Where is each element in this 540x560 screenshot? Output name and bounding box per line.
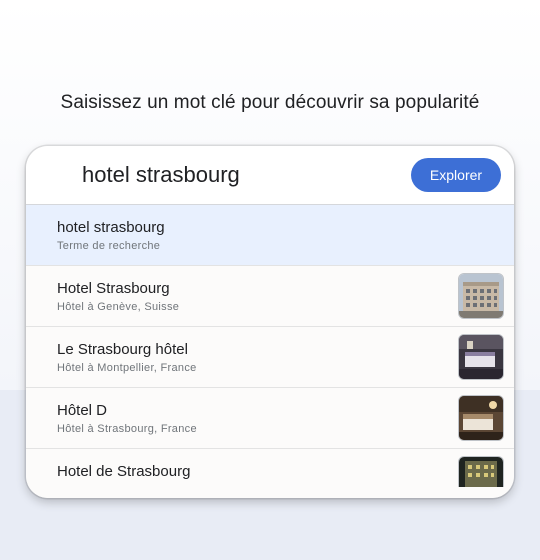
suggestion-title: Hôtel D xyxy=(57,402,108,419)
suggestion-title: Le Strasbourg hôtel xyxy=(57,341,188,358)
prompt-heading: Saisissez un mot clé pour découvrir sa p… xyxy=(60,92,480,113)
hotel-building-thumbnail xyxy=(458,273,504,319)
search-input[interactable]: hotel strasbourg xyxy=(82,162,240,188)
suggestion-subtitle: Terme de recherche xyxy=(57,240,161,252)
suggestion-item[interactable]: Hôtel D Hôtel à Strasbourg, France xyxy=(26,388,514,449)
suggestion-subtitle: Hôtel à Strasbourg, France xyxy=(57,423,197,435)
suggestion-subtitle: Hôtel à Genève, Suisse xyxy=(57,301,180,313)
suggestion-list: hotel strasbourg Terme de recherche Hote… xyxy=(26,205,514,498)
search-bar[interactable]: hotel strasbourg Explorer xyxy=(26,146,514,205)
hotel-room-thumbnail xyxy=(458,334,504,380)
hotel-bedroom-thumbnail xyxy=(458,395,504,441)
suggestion-item[interactable]: hotel strasbourg Terme de recherche xyxy=(26,205,514,266)
explore-button[interactable]: Explorer xyxy=(411,158,501,192)
suggestion-title: Hotel de Strasbourg xyxy=(57,463,191,480)
suggestion-item[interactable]: Le Strasbourg hôtel Hôtel à Montpellier,… xyxy=(26,327,514,388)
suggestion-subtitle: Hôtel à Montpellier, France xyxy=(57,362,197,374)
suggestion-title: Hotel Strasbourg xyxy=(57,280,170,297)
hotel-facade-thumbnail xyxy=(458,456,504,487)
suggestion-title: hotel strasbourg xyxy=(57,219,165,236)
search-card: hotel strasbourg Explorer hotel strasbou… xyxy=(26,146,514,498)
suggestion-item[interactable]: Hotel Strasbourg Hôtel à Genève, Suisse xyxy=(26,266,514,327)
suggestion-item[interactable]: Hotel de Strasbourg xyxy=(26,449,514,498)
